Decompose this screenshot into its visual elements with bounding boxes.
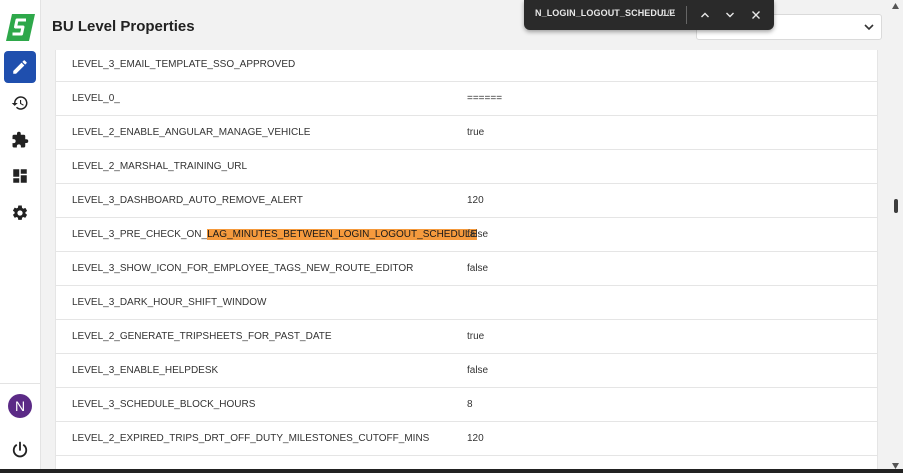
gear-icon	[13, 205, 28, 220]
properties-table: LEVEL_3_EMAIL_TEMPLATE_SSO_APPROVED LEVE…	[55, 50, 878, 473]
avatar[interactable]: N	[8, 394, 32, 418]
property-key: LEVEL_3_ENABLE_HELPDESK	[72, 365, 219, 376]
find-input[interactable]: N_LOGIN_LOGOUT_SCHEDULE	[535, 8, 675, 18]
property-value: false	[467, 263, 489, 274]
find-close-button[interactable]	[748, 7, 764, 23]
table-row[interactable]: LEVEL_3_EMAIL_TEMPLATE_SSO_APPROVED	[56, 50, 877, 82]
table-row[interactable]: LEVEL_3_SCHEDULE_BLOCK_HOURS 8	[56, 388, 877, 422]
find-match-count: 1/2	[662, 8, 675, 18]
property-key: LEVEL_3_PRE_CHECK_ON_LAG_MINUTES_BETWEEN…	[72, 229, 478, 240]
table-row[interactable]: LEVEL_2_EXPIRED_TRIPS_DRT_OFF_DUTY_MILES…	[56, 422, 877, 456]
chevron-up-icon	[701, 12, 709, 18]
table-row[interactable]: LEVEL_2_GENERATE_TRIPSHEETS_FOR_PAST_DAT…	[56, 320, 877, 354]
property-key: LEVEL_3_SHOW_ICON_FOR_EMPLOYEE_TAGS_NEW_…	[72, 263, 414, 274]
property-key: LEVEL_2_MARSHAL_TRAINING_URL	[72, 161, 248, 172]
page-title: BU Level Properties	[52, 18, 195, 35]
property-key: LEVEL_3_EMAIL_TEMPLATE_SSO_APPROVED	[72, 59, 296, 70]
dashboard-icon	[13, 169, 27, 183]
app-logo-icon[interactable]	[6, 14, 35, 41]
property-key: LEVEL_2_GENERATE_TRIPSHEETS_FOR_PAST_DAT…	[72, 331, 332, 342]
property-key: LEVEL_2_ENABLE_ANGULAR_MANAGE_VEHICLE	[72, 127, 311, 138]
scrollbar-thumb[interactable]	[894, 199, 898, 213]
table-row[interactable]: LEVEL_2_MARSHAL_TRAINING_URL	[56, 150, 877, 184]
property-value: 8	[467, 399, 473, 410]
property-value: false	[467, 365, 489, 376]
property-key: LEVEL_2_EXPIRED_TRIPS_DRT_OFF_DUTY_MILES…	[72, 433, 430, 444]
property-key: LEVEL_3_DARK_HOUR_SHIFT_WINDOW	[72, 297, 267, 308]
sidebar-item-history[interactable]	[4, 87, 36, 119]
sidebar-item-settings[interactable]	[4, 197, 36, 229]
table-row[interactable]: LEVEL_3_ENABLE_HELPDESK false	[56, 354, 877, 388]
scroll-up-arrow-icon[interactable]	[892, 3, 899, 9]
puzzle-icon	[12, 131, 29, 148]
sidebar: N	[0, 0, 41, 473]
table-row[interactable]: LEVEL_2_ENABLE_ANGULAR_MANAGE_VEHICLE tr…	[56, 116, 877, 150]
table-row[interactable]: LEVEL_0_ ======	[56, 82, 877, 116]
property-value: true	[467, 127, 485, 138]
property-key: LEVEL_3_SCHEDULE_BLOCK_HOURS	[72, 399, 256, 410]
sidebar-item-plugins[interactable]	[4, 124, 36, 156]
page-scrollbar[interactable]	[888, 0, 903, 473]
find-next-button[interactable]	[722, 7, 738, 23]
sidebar-item-dashboard[interactable]	[4, 160, 36, 192]
table-row[interactable]: LEVEL_3_SHOW_ICON_FOR_EMPLOYEE_TAGS_NEW_…	[56, 252, 877, 286]
property-key: LEVEL_0_	[72, 93, 120, 104]
find-divider	[686, 6, 687, 24]
table-row[interactable]: LEVEL_3_DASHBOARD_AUTO_REMOVE_ALERT 120	[56, 184, 877, 218]
pencil-icon	[13, 60, 27, 74]
sidebar-divider	[0, 383, 41, 384]
property-value: 120	[467, 195, 484, 206]
find-bar: N_LOGIN_LOGOUT_SCHEDULE 1/2	[524, 0, 774, 30]
property-value: false	[467, 229, 489, 240]
sidebar-item-edit[interactable]	[4, 51, 36, 83]
chevron-down-icon	[864, 24, 874, 31]
property-key-prefix: LEVEL_3_PRE_CHECK_ON_	[72, 229, 208, 240]
taskbar-edge	[0, 469, 903, 473]
find-previous-button[interactable]	[697, 7, 713, 23]
property-value: 120	[467, 433, 484, 444]
property-key: LEVEL_3_DASHBOARD_AUTO_REMOVE_ALERT	[72, 195, 303, 206]
property-value: ======	[467, 93, 503, 104]
chevron-down-icon	[726, 12, 734, 18]
property-value: true	[467, 331, 485, 342]
close-icon	[752, 11, 760, 19]
history-icon	[11, 96, 28, 110]
table-row[interactable]: LEVEL_3_DARK_HOUR_SHIFT_WINDOW	[56, 286, 877, 320]
table-row[interactable]: LEVEL_3_PRE_CHECK_ON_LAG_MINUTES_BETWEEN…	[56, 218, 877, 252]
power-icon[interactable]	[10, 440, 30, 460]
find-highlight: LAG_MINUTES_BETWEEN_LOGIN_LOGOUT_SCHEDUL…	[207, 229, 478, 240]
